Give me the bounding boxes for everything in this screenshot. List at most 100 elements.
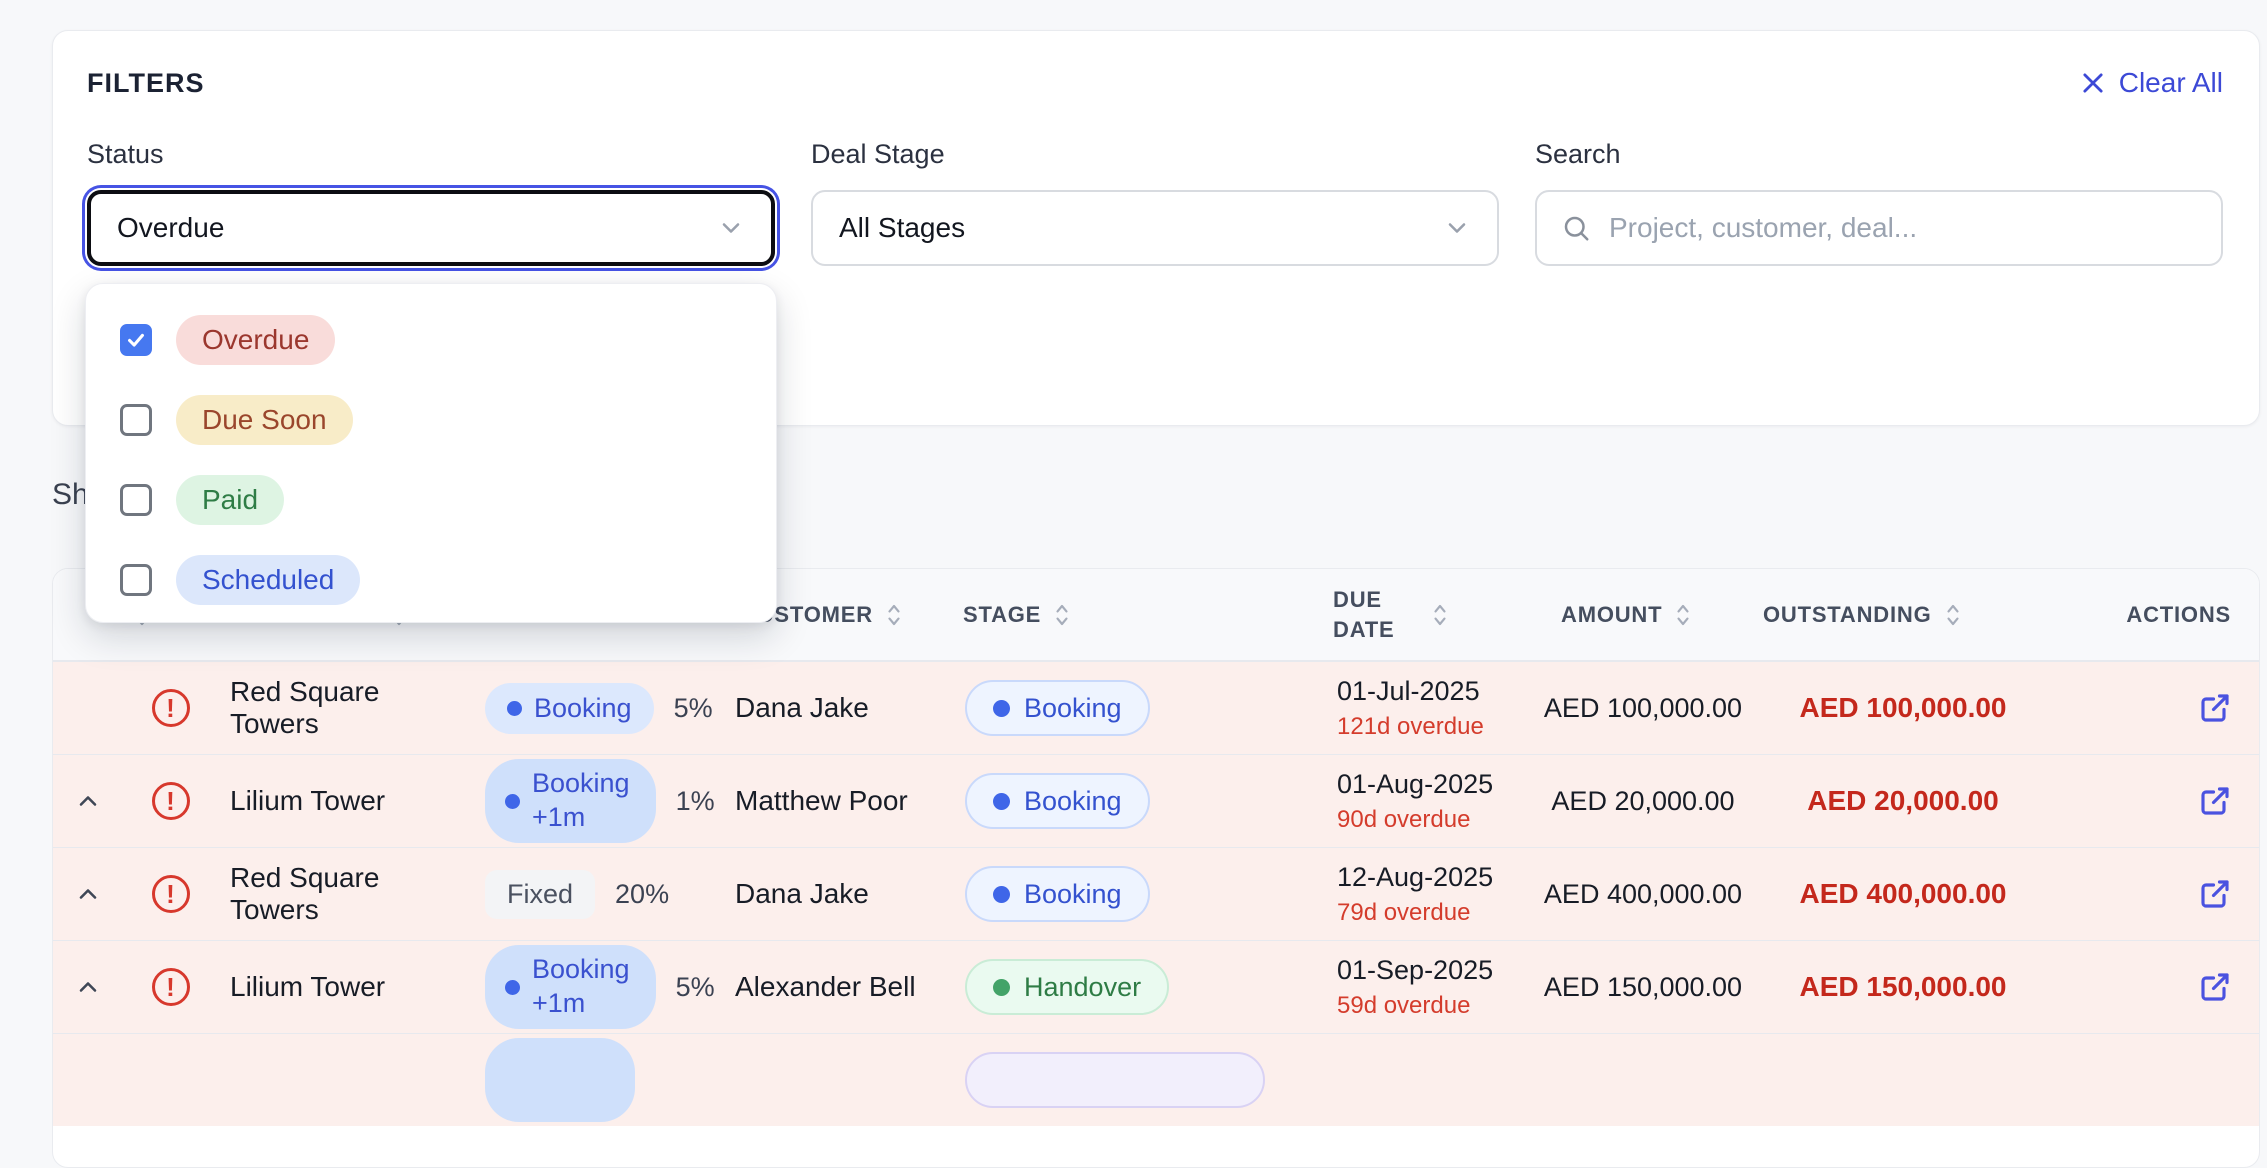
stage-badge: Booking [965,680,1150,736]
stage-badge: Booking [965,773,1150,829]
overdue-alert-icon: ! [152,689,190,727]
external-link-icon [2197,876,2233,912]
table-row: ! Red Square Towers Fixed 20% Dana Jake … [53,847,2259,940]
payment-percent: 5% [674,693,713,724]
overdue-alert-icon: ! [152,875,190,913]
project-name: Red Square Towers [230,676,473,740]
status-badge: Overdue [176,315,335,365]
overdue-alert-icon: ! [152,782,190,820]
customer-name: Dana Jake [735,878,869,910]
amount-value: AED 150,000.00 [1544,972,1742,1003]
chevron-down-icon [1443,214,1471,242]
payment-percent: 5% [676,972,715,1003]
deal-stage-filter-group: Deal Stage All Stages [811,139,1499,266]
project-name: Lilium Tower [230,971,385,1003]
status-option-due-soon[interactable]: Due Soon [86,380,776,460]
status-filter-group: Status Overdue [87,139,775,266]
stage-badge: Handover [965,959,1169,1015]
deal-stage-label: Deal Stage [811,139,1499,170]
overdue-days: 90d overdue [1337,806,1470,834]
table-row: ! Red Square Towers Booking 5% Dana Jake… [53,661,2259,754]
payments-table: PROJECT PAYMENT CUSTOMER STAGE DUE DATE … [52,568,2260,1168]
payment-type-badge: Fixed [485,870,595,919]
deal-stage-select[interactable]: All Stages [811,190,1499,266]
dot-icon [505,794,520,809]
chevron-up-icon [74,880,102,908]
close-icon [2079,69,2107,97]
payments-screen: { "filters": { "title": "FILTERS", "clea… [0,0,2267,1052]
external-link-icon [2197,783,2233,819]
due-date: 01-Jul-2025 [1337,676,1480,707]
chevron-down-icon [717,214,745,242]
results-count-text: Sh [52,478,89,512]
checkbox-checked-icon[interactable] [120,324,152,356]
clear-all-button[interactable]: Clear All [2079,67,2223,99]
customer-name: Dana Jake [735,692,869,724]
payment-percent: 20% [615,879,669,910]
payment-type-badge: Booking+1m [485,945,656,1029]
status-badge: Scheduled [176,555,360,605]
payment-type-badge [485,1038,635,1122]
chevron-up-icon [74,787,102,815]
outstanding-value: AED 20,000.00 [1807,785,1998,817]
deal-stage-select-value: All Stages [839,212,965,244]
status-select[interactable]: Overdue [87,190,775,266]
sort-icon [1944,601,1962,629]
collapse-row-button[interactable] [53,880,123,908]
collapse-row-button[interactable] [53,787,123,815]
header-amount[interactable]: AMOUNT [1523,601,1763,629]
status-dropdown-menu: Overdue Due Soon Paid Scheduled [85,283,777,623]
header-due-date[interactable]: DUE DATE [1323,585,1523,644]
customer-name: Matthew Poor [735,785,908,817]
sort-icon [1053,601,1071,629]
search-input[interactable] [1609,212,2197,244]
status-badge: Paid [176,475,284,525]
due-date: 12-Aug-2025 [1337,862,1493,893]
search-label: Search [1535,139,2223,170]
checkbox-icon[interactable] [120,404,152,436]
external-link-icon [2197,690,2233,726]
sort-icon [885,601,903,629]
status-option-overdue[interactable]: Overdue [86,300,776,380]
payment-type-badge: Booking+1m [485,759,656,843]
open-payment-button[interactable] [2197,783,2233,819]
status-option-scheduled[interactable]: Scheduled [86,540,776,620]
chevron-up-icon [74,973,102,1001]
filters-title: FILTERS [87,68,205,99]
project-name: Lilium Tower [230,785,385,817]
amount-value: AED 400,000.00 [1544,879,1742,910]
table-row [53,1033,2259,1126]
overdue-days: 121d overdue [1337,713,1484,741]
dot-icon [993,886,1010,903]
open-payment-button[interactable] [2197,690,2233,726]
dot-icon [507,701,522,716]
sort-icon [1431,601,1449,629]
customer-name: Alexander Bell [735,971,916,1003]
stage-badge [965,1052,1265,1108]
collapse-row-button[interactable] [53,973,123,1001]
amount-value: AED 100,000.00 [1544,693,1742,724]
due-date: 01-Aug-2025 [1337,769,1493,800]
due-date: 01-Sep-2025 [1337,955,1493,986]
overdue-alert-icon: ! [152,968,190,1006]
external-link-icon [2197,969,2233,1005]
open-payment-button[interactable] [2197,969,2233,1005]
stage-badge: Booking [965,866,1150,922]
header-outstanding[interactable]: OUTSTANDING [1763,601,2043,629]
payment-percent: 1% [676,786,715,817]
outstanding-value: AED 400,000.00 [1799,878,2006,910]
table-row: ! Lilium Tower Booking+1m 5% Alexander B… [53,940,2259,1033]
clear-all-label: Clear All [2119,67,2223,99]
dot-icon [993,700,1010,717]
dot-icon [505,980,520,995]
checkbox-icon[interactable] [120,484,152,516]
search-icon [1561,213,1591,243]
open-payment-button[interactable] [2197,876,2233,912]
dot-icon [993,793,1010,810]
status-option-paid[interactable]: Paid [86,460,776,540]
overdue-days: 59d overdue [1337,992,1470,1020]
search-filter-group: Search [1535,139,2223,266]
overdue-days: 79d overdue [1337,899,1470,927]
header-stage[interactable]: STAGE [953,601,1323,629]
checkbox-icon[interactable] [120,564,152,596]
